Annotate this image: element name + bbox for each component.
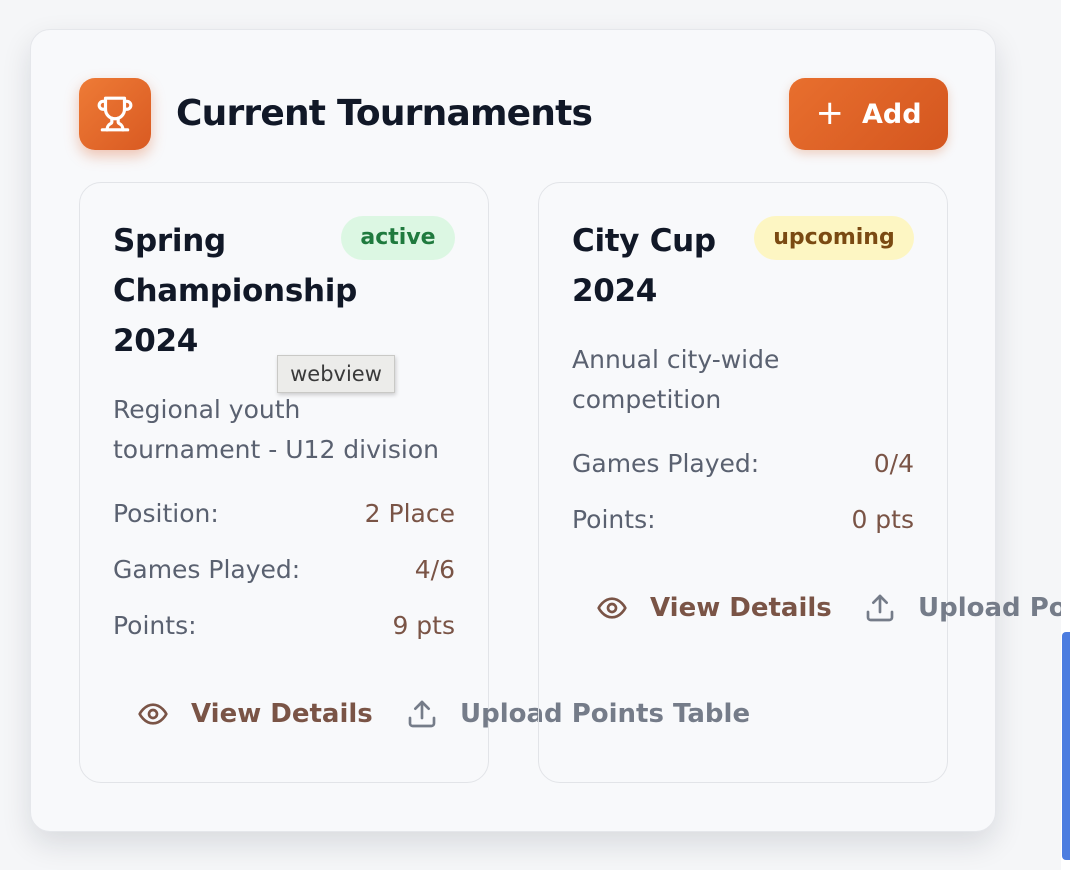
view-details-label: View Details: [191, 699, 373, 729]
plus-icon: +: [815, 92, 844, 133]
view-details-button[interactable]: View Details: [137, 696, 373, 732]
upload-button-clip: Upload Points Table: [864, 590, 1061, 630]
add-button-label: Add: [861, 98, 922, 130]
stat-label-points: Points:: [572, 505, 656, 534]
tournament-description-line: Regional youth: [113, 395, 301, 424]
upload-points-table-button[interactable]: Upload Points Table: [864, 590, 1061, 626]
stat-value-position: 2 Place: [364, 499, 455, 528]
tournament-title-line: City Cup: [572, 223, 716, 259]
tournament-description-line: Annual city-wide: [572, 345, 780, 374]
status-badge: upcoming: [754, 216, 914, 260]
stat-value-games-played: 4/6: [414, 555, 455, 584]
tournament-title-line: 2024: [113, 323, 199, 359]
eye-icon: [138, 703, 168, 725]
upload-points-label: Upload Points Table: [918, 593, 1061, 623]
stat-value-points: 0 pts: [851, 505, 914, 534]
webview-tooltip: webview: [277, 355, 395, 393]
tournament-title-line: Championship: [113, 273, 357, 309]
page-title: Current Tournaments: [176, 93, 593, 134]
stat-value-games-played: 0/4: [873, 449, 914, 478]
tournament-title-line: Spring: [113, 223, 226, 259]
stat-label-position: Position:: [113, 499, 219, 528]
add-tournament-button[interactable]: + Add: [789, 78, 948, 150]
view-details-button[interactable]: View Details: [596, 590, 832, 626]
tournament-title-line: 2024: [572, 273, 658, 309]
trophy-icon: [79, 78, 151, 150]
tournament-description-line: competition: [572, 385, 722, 414]
upload-icon: [866, 594, 894, 622]
tournament-description-line: tournament - U12 division: [113, 435, 439, 464]
upload-icon: [408, 700, 436, 728]
status-badge: active: [341, 216, 455, 260]
scroll-indicator[interactable]: [1062, 632, 1070, 860]
stat-label-points: Points:: [113, 611, 197, 640]
stat-value-points: 9 pts: [392, 611, 455, 640]
view-details-label: View Details: [650, 593, 832, 623]
eye-icon: [597, 597, 627, 619]
